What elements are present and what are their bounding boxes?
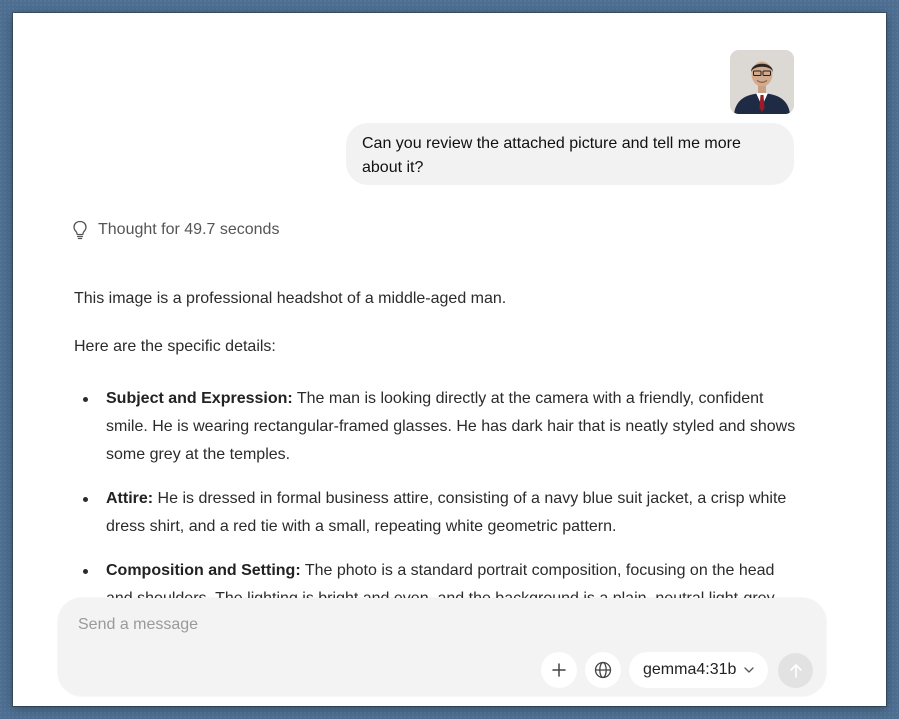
chat-window: Can you review the attached picture and … — [13, 13, 886, 706]
model-name: gemma4:31b — [643, 661, 737, 678]
list-item: Subject and Expression: The man is looki… — [74, 385, 802, 469]
item-title: Composition and Setting: — [106, 562, 301, 579]
response-intro: This image is a professional headshot of… — [74, 290, 507, 307]
add-attachment-button[interactable] — [541, 652, 577, 688]
web-search-button[interactable] — [585, 652, 621, 688]
lightbulb-icon — [73, 220, 87, 240]
user-message-text: Can you review the attached picture and … — [362, 135, 741, 176]
user-message-bubble: Can you review the attached picture and … — [346, 123, 794, 185]
thought-label: Thought for 49.7 seconds — [98, 221, 280, 238]
response-lead: Here are the specific details: — [74, 338, 276, 355]
model-selector[interactable]: gemma4:31b — [629, 652, 769, 688]
list-item: Attire: He is dressed in formal business… — [74, 485, 802, 541]
assistant-response: This image is a professional headshot of… — [74, 285, 802, 599]
message-composer: Send a message gemma4:31b — [58, 598, 826, 696]
item-text: He is dressed in formal business attire,… — [106, 490, 787, 535]
bullet-icon — [83, 497, 88, 502]
bullet-icon — [83, 397, 88, 402]
arrow-up-icon — [789, 663, 802, 678]
list-item: Composition and Setting: The photo is a … — [74, 557, 802, 599]
portrait-image — [730, 50, 794, 114]
details-list: Subject and Expression: The man is looki… — [74, 385, 802, 599]
chevron-down-icon — [744, 667, 755, 673]
bullet-icon — [83, 569, 88, 574]
globe-icon — [594, 661, 612, 679]
attached-image-thumbnail[interactable] — [730, 50, 794, 114]
item-title: Attire: — [106, 490, 154, 507]
plus-icon — [552, 663, 566, 677]
send-button[interactable] — [778, 653, 813, 688]
thought-toggle[interactable]: Thought for 49.7 seconds — [72, 218, 279, 242]
item-title: Subject and Expression: — [106, 390, 293, 407]
message-input[interactable]: Send a message — [78, 616, 198, 634]
